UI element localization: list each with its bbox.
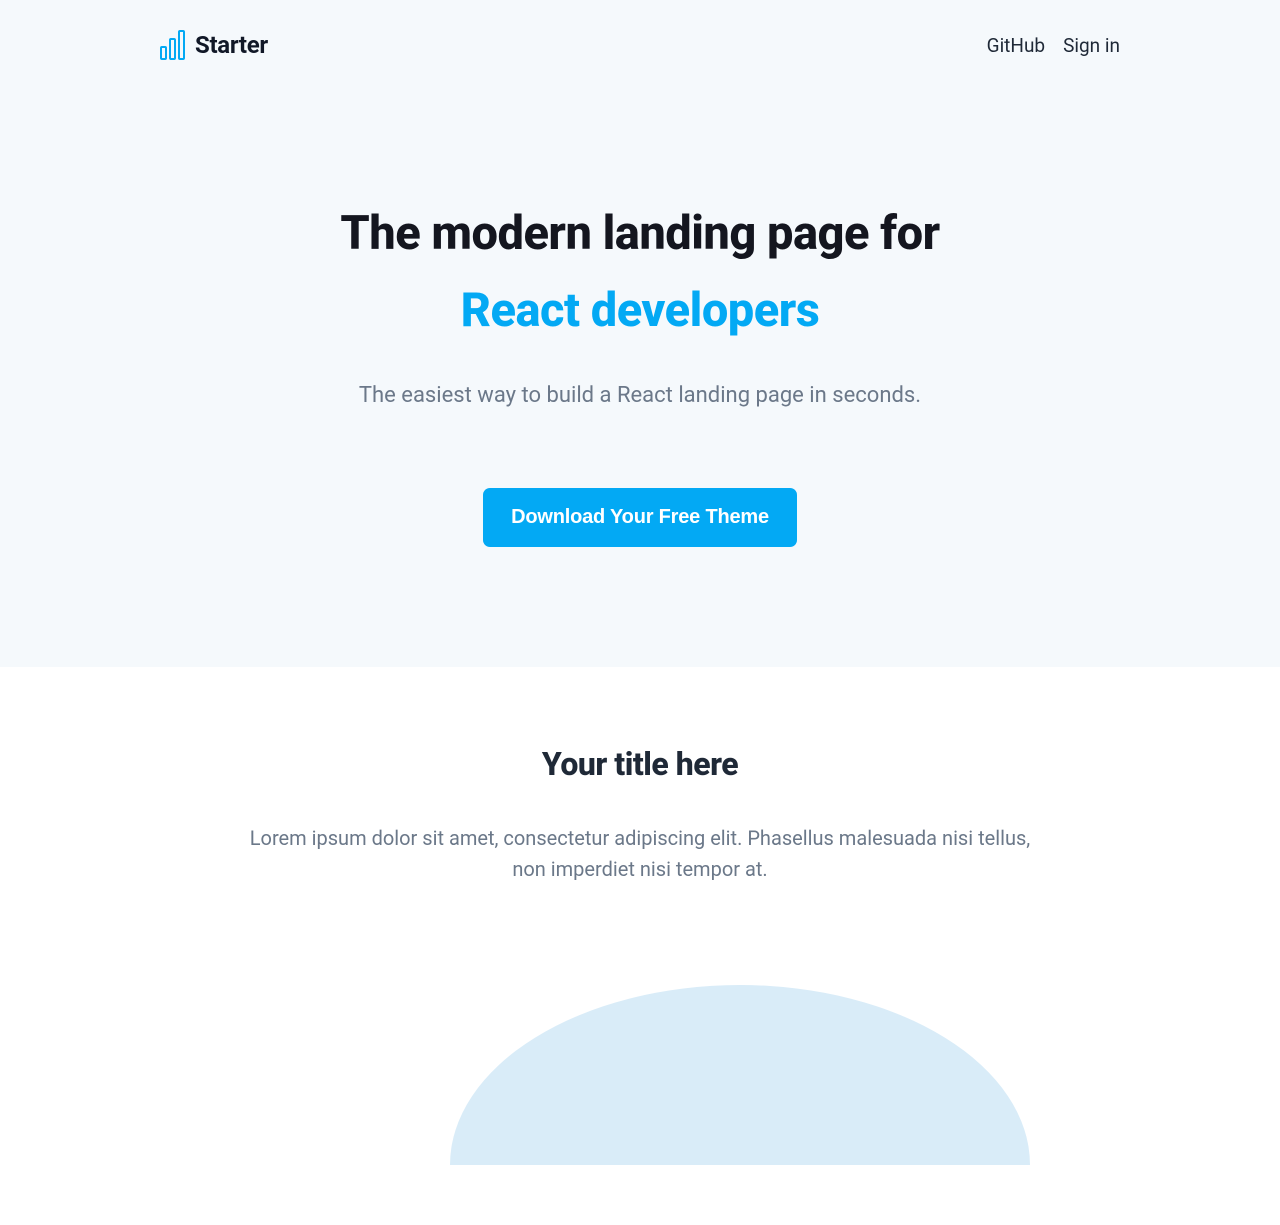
illustration-container <box>160 985 1120 1165</box>
features-title: Your title here <box>160 745 1120 783</box>
blob-shape <box>450 985 1030 1165</box>
navbar: Starter GitHub Sign in <box>160 30 1120 60</box>
nav-link-github[interactable]: GitHub <box>987 34 1045 57</box>
download-button[interactable]: Download Your Free Theme <box>483 488 797 547</box>
nav-links: GitHub Sign in <box>987 34 1120 57</box>
features-section: Your title here Lorem ipsum dolor sit am… <box>0 667 1280 1225</box>
nav-link-signin[interactable]: Sign in <box>1063 34 1120 57</box>
bars-icon <box>160 30 185 60</box>
logo-link[interactable]: Starter <box>160 30 268 60</box>
hero-title-line1: The modern landing page for <box>160 205 1120 264</box>
hero-title-line2: React developers <box>160 282 1120 341</box>
hero-content: The modern landing page for React develo… <box>160 205 1120 547</box>
hero-subtitle: The easiest way to build a React landing… <box>160 383 1120 408</box>
hero-section: Starter GitHub Sign in The modern landin… <box>0 0 1280 667</box>
features-subtitle: Lorem ipsum dolor sit amet, consectetur … <box>240 823 1040 885</box>
logo-text: Starter <box>195 31 268 59</box>
